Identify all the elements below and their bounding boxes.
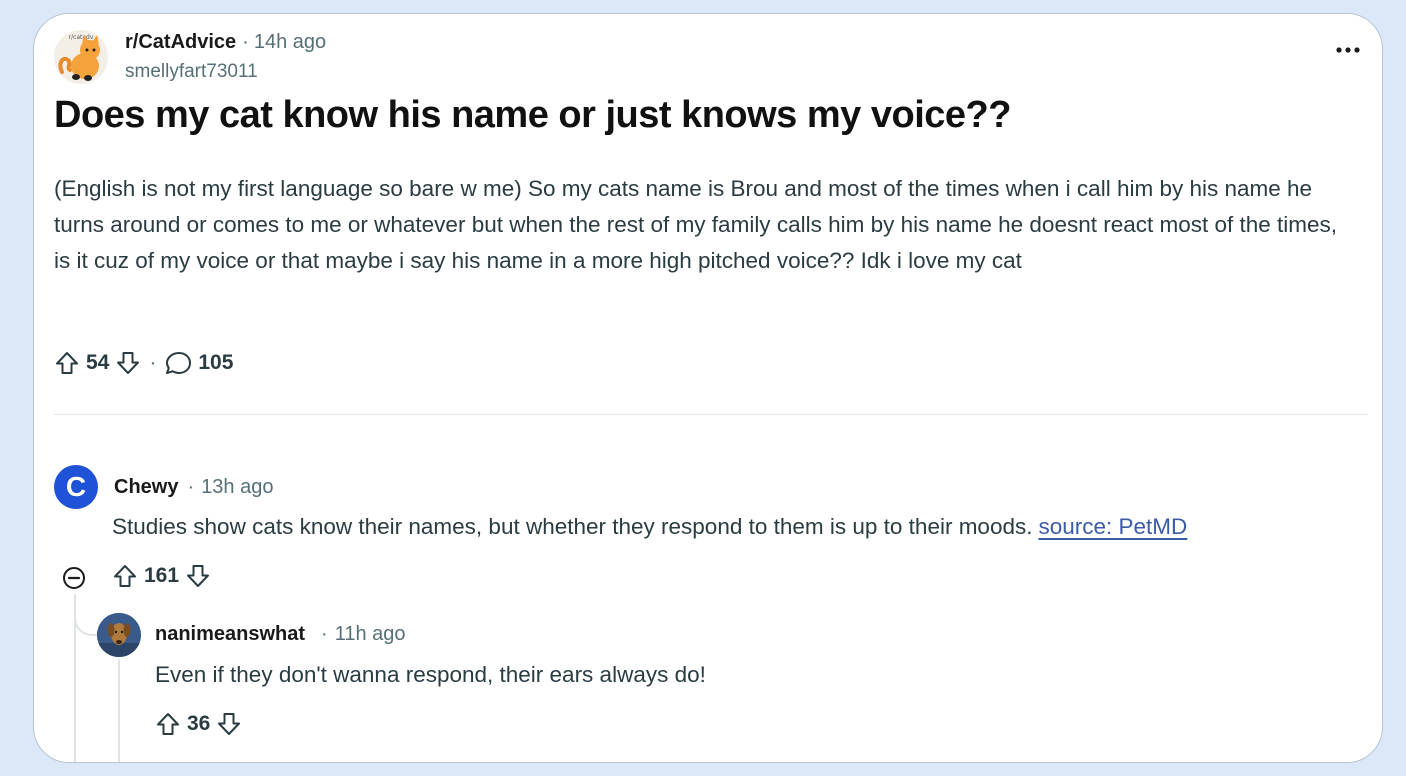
ellipsis-icon: [1336, 47, 1360, 53]
meta-separator: ·: [242, 31, 249, 53]
reply-thread-line[interactable]: [118, 659, 120, 762]
subreddit-link[interactable]: r/CatAdvice: [125, 31, 236, 53]
avatar[interactable]: [97, 613, 141, 657]
reply-meta: nanimeanswhat · 11h ago: [155, 623, 406, 646]
post-title[interactable]: Does my cat know his name or just knows …: [54, 94, 1354, 137]
comment-vote-count: 161: [144, 564, 180, 587]
post-author[interactable]: smellyfart73011: [125, 61, 258, 83]
downvote-button[interactable]: [216, 711, 242, 737]
downvote-button[interactable]: [115, 350, 141, 376]
comment-meta: Chewy · 13h ago: [114, 476, 273, 499]
collapse-thread-button[interactable]: [62, 566, 86, 590]
downvote-button[interactable]: [185, 563, 211, 589]
post-card: r/catadv r/CatAdvice · 14h ago smellyfart7…: [33, 13, 1383, 763]
source-link[interactable]: source: PetMD: [1038, 514, 1187, 539]
upvote-arrow-icon: [56, 352, 78, 374]
comment-text: Studies show cats know their names, but …: [112, 514, 1033, 539]
post-timestamp: 14h ago: [253, 31, 327, 53]
reply-body: Even if they don't wanna respond, their …: [155, 662, 706, 687]
comment-timestamp: 13h ago: [201, 476, 274, 498]
cat-logo-icon: r/catadv: [54, 30, 108, 84]
meta-separator: ·: [187, 476, 195, 498]
post-meta: r/CatAdvice · 14h ago: [125, 31, 326, 54]
reply-actions: 36: [155, 711, 242, 737]
action-separator: ·: [149, 351, 157, 374]
meta-separator: ·: [321, 623, 328, 645]
upvote-button[interactable]: [54, 350, 80, 376]
comments-button[interactable]: [164, 350, 192, 376]
reply-vote-count: 36: [187, 712, 211, 735]
comment-author[interactable]: Chewy: [114, 476, 178, 498]
downvote-arrow-icon: [218, 713, 241, 735]
downvote-arrow-icon: [187, 565, 210, 587]
thread-branch: [74, 606, 100, 636]
collapse-minus-icon: [63, 567, 85, 589]
post-body: (English is not my first language so bar…: [54, 176, 1338, 273]
section-divider: [54, 414, 1368, 415]
upvote-button[interactable]: [112, 563, 138, 589]
comment-count[interactable]: 105: [198, 351, 233, 375]
upvote-arrow-icon: [114, 565, 136, 587]
avatar[interactable]: C: [54, 465, 98, 509]
more-options-button[interactable]: [1334, 40, 1362, 60]
comment-body: Studies show cats know their names, but …: [112, 514, 1187, 540]
comment-actions: 161: [112, 563, 211, 589]
reply-timestamp: 11h ago: [334, 623, 406, 645]
svg-text:r/catadv: r/catadv: [69, 34, 94, 41]
upvote-arrow-icon: [157, 713, 179, 735]
post-vote-count: 54: [86, 351, 110, 374]
reply-author[interactable]: nanimeanswhat: [155, 623, 305, 645]
upvote-button[interactable]: [155, 711, 181, 737]
post-actions: 54 · 105: [54, 350, 233, 376]
comment-bubble-icon: [166, 352, 192, 374]
subreddit-avatar[interactable]: r/catadv: [54, 30, 108, 84]
downvote-arrow-icon: [117, 352, 140, 374]
dog-avatar-icon: [97, 613, 141, 657]
avatar-letter: C: [65, 471, 87, 502]
